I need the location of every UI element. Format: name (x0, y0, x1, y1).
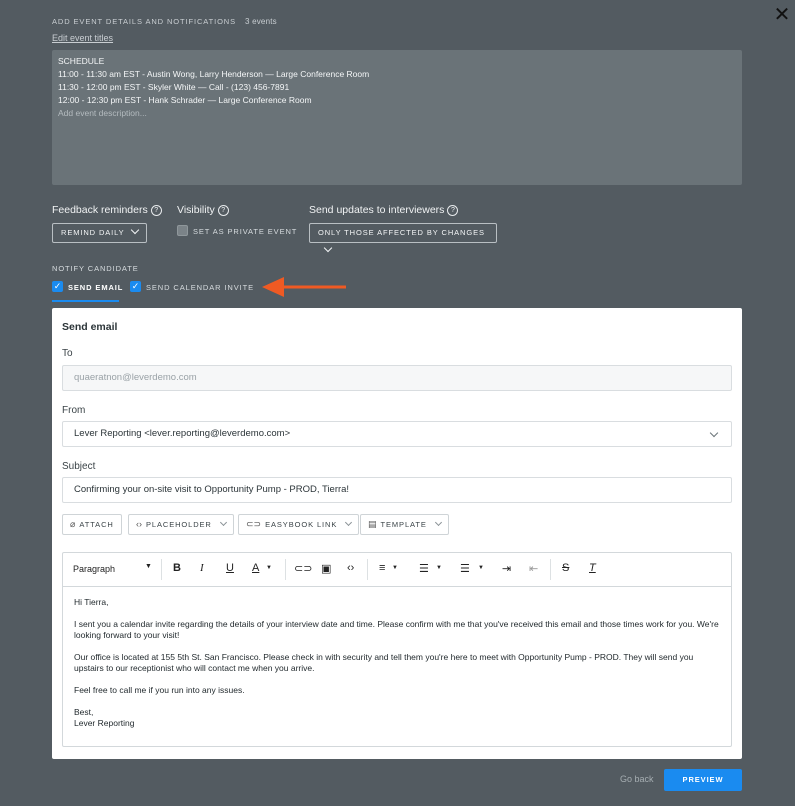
close-icon[interactable]: ✕ (773, 5, 791, 25)
template-icon: ▤ (368, 519, 377, 529)
send-email-panel: Send email To quaeratnon@leverdemo.com F… (52, 308, 742, 759)
from-value: Lever Reporting <lever.reporting@leverde… (74, 428, 291, 439)
toolbar-divider (550, 559, 551, 580)
visibility-text: Visibility (177, 204, 215, 216)
feedback-reminders-dropdown[interactable]: REMIND DAILY (52, 223, 147, 243)
caret-down-icon[interactable]: ▼ (392, 565, 398, 571)
private-event-checkbox[interactable] (177, 225, 188, 236)
help-icon[interactable]: ? (150, 205, 162, 216)
chevron-down-icon (323, 243, 333, 253)
placeholder-label: PLACEHOLDER (146, 520, 212, 529)
section-header: ADD EVENT DETAILS AND NOTIFICATIONS 3 ev… (52, 17, 277, 26)
private-event-label: SET AS PRIVATE EVENT (193, 227, 298, 236)
visibility-label: Visibility? (177, 204, 229, 216)
to-label: To (62, 348, 73, 359)
easybook-label: EASYBOOK LINK (265, 520, 338, 529)
image-icon[interactable]: ▣ (321, 562, 331, 575)
body-paragraph: Feel free to call me if you run into any… (74, 685, 245, 695)
easybook-link-dropdown[interactable]: ⊂⊃ EASYBOOK LINK (238, 514, 360, 535)
send-updates-label: Send updates to interviewers? (309, 204, 459, 216)
caret-down-icon[interactable]: ▼ (266, 565, 272, 571)
feedback-reminders-label: Feedback reminders? (52, 204, 162, 216)
section-header-label: ADD EVENT DETAILS AND NOTIFICATIONS (52, 17, 237, 26)
chevron-down-icon (130, 225, 139, 235)
notify-candidate-label: NOTIFY CANDIDATE (52, 264, 139, 273)
go-back-link[interactable]: Go back (620, 774, 654, 784)
from-label: From (62, 405, 86, 416)
tab-send-email[interactable]: SEND EMAIL (68, 283, 123, 292)
code-icon[interactable]: ‹› (347, 562, 354, 574)
bold-icon[interactable]: B (173, 562, 181, 574)
description-line: 12:00 - 12:30 pm EST - Hank Schrader — L… (58, 95, 312, 105)
body-paragraph: Our office is located at 155 5th St. San… (74, 652, 694, 673)
description-line: 11:00 - 11:30 am EST - Austin Wong, Larr… (58, 69, 370, 79)
caret-down-icon[interactable]: ▼ (436, 565, 442, 571)
description-line: 11:30 - 12:00 pm EST - Skyler White — Ca… (58, 82, 290, 92)
link-icon[interactable]: ⊂⊃ (294, 562, 312, 575)
description-placeholder: Add event description... (58, 108, 147, 118)
feedback-reminders-text: Feedback reminders (52, 204, 148, 216)
paperclip-icon: ⌀ (70, 519, 76, 529)
align-left-icon[interactable]: ≡ (379, 562, 385, 574)
send-updates-dropdown[interactable]: ONLY THOSE AFFECTED BY CHANGES (309, 223, 497, 253)
feedback-reminders-value: REMIND DAILY (61, 228, 125, 237)
outdent-icon[interactable]: ⇤ (529, 562, 538, 575)
template-dropdown[interactable]: ▤ TEMPLATE (360, 514, 449, 535)
clear-format-icon[interactable]: T (589, 562, 596, 574)
body-paragraph: Hi Tierra, (74, 597, 109, 607)
edit-event-titles-link[interactable]: Edit event titles (52, 33, 113, 43)
code-icon: ‹› (136, 519, 142, 529)
toolbar-divider (367, 559, 368, 580)
to-field: quaeratnon@leverdemo.com (62, 365, 732, 391)
chevron-down-icon (219, 518, 227, 527)
help-icon[interactable]: ? (447, 205, 459, 216)
send-updates-text: Send updates to interviewers (309, 204, 445, 216)
attach-button[interactable]: ⌀ ATTACH (62, 514, 122, 535)
send-email-checkbox[interactable]: ✓ (52, 281, 63, 292)
caret-down-icon[interactable]: ▼ (145, 563, 152, 570)
send-email-title: Send email (62, 321, 118, 333)
chevron-down-icon (434, 518, 442, 527)
email-body-editor[interactable]: Paragraph ▼ B I U A ▼ ⊂⊃ ▣ ‹› ≡ ▼ ☰ ▼ ☰ … (62, 552, 732, 747)
toolbar-divider (285, 559, 286, 580)
placeholder-dropdown[interactable]: ‹› PLACEHOLDER (128, 514, 234, 535)
ordered-list-icon[interactable]: ☰ (419, 562, 429, 575)
subject-value: Confirming your on-site visit to Opportu… (74, 484, 350, 495)
underline-icon[interactable]: U (226, 562, 234, 574)
annotation-arrow-icon (262, 277, 346, 297)
event-count: 3 events (245, 17, 277, 26)
tab-send-calendar-invite[interactable]: SEND CALENDAR INVITE (146, 283, 254, 292)
chevron-down-icon (345, 518, 353, 527)
italic-icon[interactable]: I (200, 562, 204, 574)
strikethrough-icon[interactable]: S (562, 562, 569, 574)
toolbar-divider (161, 559, 162, 580)
indent-icon[interactable]: ⇥ (502, 562, 511, 575)
send-updates-value: ONLY THOSE AFFECTED BY CHANGES (318, 228, 485, 237)
body-paragraph: Best, (74, 707, 94, 717)
to-value: quaeratnon@leverdemo.com (74, 372, 197, 383)
description-line: SCHEDULE (58, 56, 105, 66)
body-paragraph: I sent you a calendar invite regarding t… (74, 619, 719, 640)
bullet-list-icon[interactable]: ☰ (460, 562, 470, 575)
paragraph-value: Paragraph (73, 564, 116, 574)
help-icon[interactable]: ? (217, 205, 229, 216)
body-paragraph: Lever Reporting (74, 718, 135, 728)
chevron-down-icon (709, 428, 719, 438)
caret-down-icon[interactable]: ▼ (478, 565, 484, 571)
template-label: TEMPLATE (380, 520, 427, 529)
subject-label: Subject (62, 461, 96, 472)
attach-label: ATTACH (79, 520, 114, 529)
from-select[interactable]: Lever Reporting <lever.reporting@leverde… (62, 421, 732, 447)
text-color-icon[interactable]: A (252, 562, 259, 574)
send-calendar-checkbox[interactable]: ✓ (130, 281, 141, 292)
link-icon: ⊂⊃ (246, 519, 262, 529)
active-tab-underline (52, 300, 119, 302)
editor-toolbar: Paragraph ▼ B I U A ▼ ⊂⊃ ▣ ‹› ≡ ▼ ☰ ▼ ☰ … (63, 553, 731, 587)
event-description-textarea[interactable]: SCHEDULE 11:00 - 11:30 am EST - Austin W… (52, 50, 742, 185)
email-body-text[interactable]: Hi Tierra, I sent you a calendar invite … (74, 597, 724, 729)
subject-input[interactable]: Confirming your on-site visit to Opportu… (62, 477, 732, 503)
paragraph-select[interactable]: Paragraph (73, 564, 115, 574)
preview-button[interactable]: PREVIEW (664, 769, 742, 791)
